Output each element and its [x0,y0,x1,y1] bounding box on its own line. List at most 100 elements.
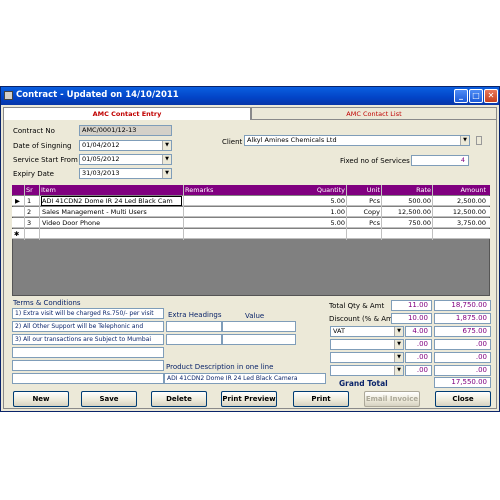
grid-header-amount: Amount [460,186,486,194]
grid-header-rate: Rate [416,186,431,194]
row-unit[interactable]: Pcs [348,218,380,228]
row-quantity[interactable]: 5.00 [300,196,345,206]
save-button[interactable]: Save [81,391,137,407]
chevron-down-icon[interactable]: ▼ [394,327,403,336]
tax-amt-field[interactable]: 675.00 [434,326,491,337]
row-amount[interactable]: 2,500.00 [434,196,486,206]
row-quantity[interactable]: 1.00 [300,207,345,217]
chevron-down-icon[interactable]: ▼ [162,141,171,150]
row-rate[interactable]: 12,500.00 [383,207,431,217]
row-sr: 2 [27,208,32,216]
extra-charge-3-select[interactable]: ▼ [330,365,404,376]
row-unit[interactable]: Pcs [348,196,380,206]
grid-header-quantity: Quantity [316,186,345,194]
terms-line-1[interactable]: 1) Extra visit will be charged Rs.750/- … [12,308,164,319]
product-description-label: Product Description in one line [166,363,274,371]
row-rate[interactable]: 750.00 [383,218,431,228]
row-quantity[interactable]: 5.00 [300,218,345,228]
tab-amc-contact-entry[interactable]: AMC Contact Entry [3,107,251,120]
new-row[interactable] [12,229,490,239]
grid-divider [39,185,40,240]
extra-charge-2-pct[interactable]: .00 [405,352,432,363]
product-description-field[interactable]: ADI 41CDN2 Dome IR 24 Led Black Camera [164,373,326,384]
extra-value-1[interactable] [222,321,296,332]
print-preview-button[interactable]: Print Preview [221,391,277,407]
row-item[interactable]: Video Door Phone [42,218,182,228]
discount-label: Discount (% & Amt) [329,315,399,323]
fixed-services-field[interactable]: 4 [411,155,469,166]
extra-charge-1-amt[interactable]: .00 [434,339,491,350]
total-amt-field[interactable]: 18,750.00 [434,300,491,311]
close-button[interactable]: Close [435,391,491,407]
row-sr: 1 [27,197,32,205]
tab-amc-contact-list[interactable]: AMC Contact List [251,107,497,120]
service-start-picker[interactable]: 01/05/2012 ▼ [79,154,172,165]
row-amount[interactable]: 12,500.00 [434,207,486,217]
expiry-date-value: 31/03/2013 [82,169,120,177]
grid-divider [183,185,184,240]
current-row-icon: ▶ [15,197,20,205]
row-unit[interactable]: Copy [348,207,381,217]
total-qty-amt-label: Total Qty & Amt [329,302,385,310]
extra-heading-1[interactable] [166,321,222,332]
service-start-value: 01/05/2012 [82,155,120,163]
extra-value-2[interactable] [222,334,296,345]
extra-headings-label: Extra Headings [168,311,222,319]
extra-heading-2[interactable] [166,334,222,345]
row-item[interactable]: Sales Management - Multi Users [42,207,182,217]
singning-date-value: 01/04/2012 [82,141,120,149]
client-lookup-icon[interactable] [476,136,482,145]
client-label: Client [222,138,243,146]
row-item[interactable]: ADI 41CDN2 Dome IR 24 Led Black Cam [41,196,182,206]
singning-date-picker[interactable]: 01/04/2012 ▼ [79,140,172,151]
grid-header-unit: Unit [366,186,380,194]
client-select[interactable]: Alkyl Amines Chemicals Ltd ▼ [244,135,470,146]
contract-no-field[interactable]: AMC/0001/12-13 [79,125,172,136]
extra-charge-3-amt[interactable]: .00 [434,365,491,376]
row-sr: 3 [27,219,32,227]
value-label: Value [245,312,265,320]
grid-header-item: Item [41,186,56,194]
discount-amt-field[interactable]: 1,875.00 [434,313,491,324]
extra-charge-3-pct[interactable]: .00 [405,365,432,376]
minimize-icon[interactable]: _ [454,89,468,103]
chevron-down-icon[interactable]: ▼ [162,169,171,178]
extra-charge-2-amt[interactable]: .00 [434,352,491,363]
delete-button[interactable]: Delete [151,391,207,407]
grid-header-remarks: Remarks [185,186,214,194]
total-qty-field[interactable]: 11.00 [391,300,432,311]
terms-line-2[interactable]: 2) All Other Support will be Telephonic … [12,321,164,332]
singning-date-label: Date of Singning [13,142,72,150]
email-invoice-button[interactable]: Email Invoice [364,391,420,407]
chevron-down-icon[interactable]: ▼ [394,340,403,349]
print-button[interactable]: Print [293,391,349,407]
terms-line-5[interactable] [12,360,164,371]
service-start-label: Service Start From [13,156,78,164]
maximize-icon[interactable]: □ [469,89,483,103]
chevron-down-icon[interactable]: ▼ [460,136,469,145]
discount-pct-field[interactable]: 10.00 [391,313,432,324]
chevron-down-icon[interactable]: ▼ [162,155,171,164]
terms-label: Terms & Conditions [13,299,81,307]
expiry-date-picker[interactable]: 31/03/2013 ▼ [79,168,172,179]
terms-line-3[interactable]: 3) All our transactions are Subject to M… [12,334,164,345]
grid-divider [346,185,347,240]
terms-line-4[interactable] [12,347,164,358]
tax-select[interactable]: VAT ▼ [330,326,404,337]
terms-line-6[interactable] [12,373,164,384]
expiry-date-label: Expiry Date [13,170,54,178]
new-button[interactable]: New [13,391,69,407]
app-icon [4,91,13,100]
extra-charge-1-pct[interactable]: .00 [405,339,432,350]
chevron-down-icon[interactable]: ▼ [394,353,403,362]
grand-total-field[interactable]: 17,550.00 [434,377,491,388]
row-amount[interactable]: 3,750.00 [434,218,486,228]
grid-header-sr: Sr [26,186,33,194]
extra-charge-2-select[interactable]: ▼ [330,352,404,363]
extra-charge-1-select[interactable]: ▼ [330,339,404,350]
tax-pct-field[interactable]: 4.00 [405,326,432,337]
chevron-down-icon[interactable]: ▼ [394,366,403,375]
grid-divider [432,185,433,240]
row-rate[interactable]: 500.00 [383,196,431,206]
close-window-icon[interactable]: ✕ [484,89,498,103]
